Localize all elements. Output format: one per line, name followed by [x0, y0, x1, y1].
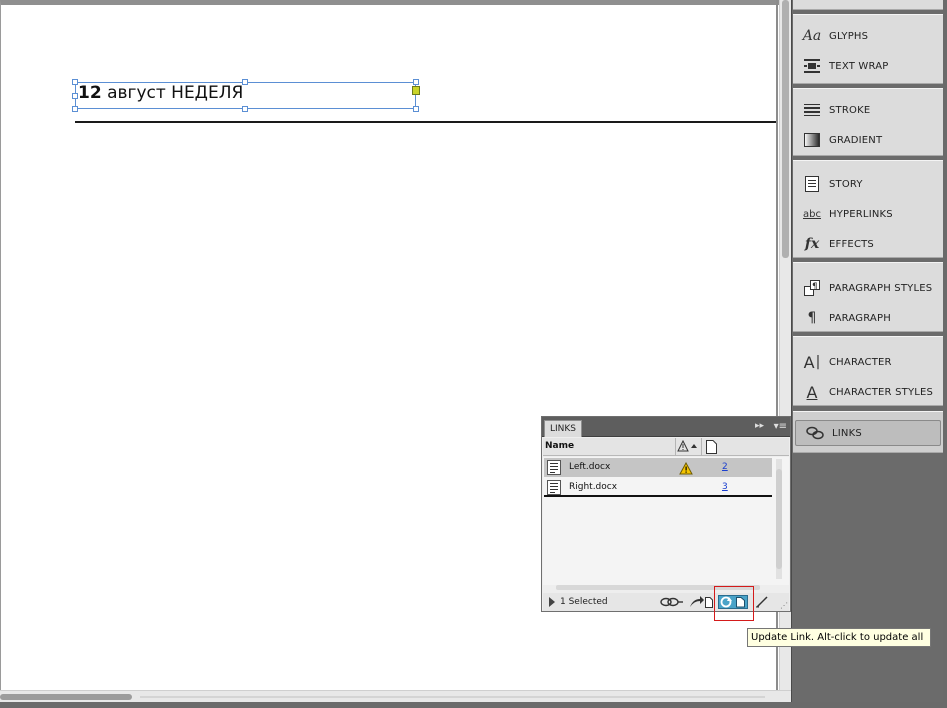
disclosure-triangle-icon[interactable] [549, 597, 555, 607]
warning-icon [679, 460, 693, 479]
frame-handle[interactable] [413, 106, 419, 112]
frame-handle[interactable] [72, 106, 78, 112]
vertical-scroll-thumb[interactable] [782, 0, 789, 258]
link-row[interactable]: Right.docx 3 [544, 478, 772, 497]
link-row[interactable]: Left.docx 2 [544, 458, 772, 477]
resize-grip-icon[interactable]: ⋰ [780, 601, 788, 610]
page-column-icon[interactable] [706, 439, 717, 458]
dock-item-gradient[interactable]: GRADIENT [793, 125, 943, 155]
dock-item-label: GRADIENT [829, 134, 883, 146]
dock-item-effects[interactable]: fx EFFECTS [793, 229, 943, 259]
dock-item-label: LINKS [832, 427, 862, 439]
frame-text-rest: август НЕДЕЛЯ [101, 83, 244, 103]
dock-item-label: STORY [829, 178, 863, 190]
paragraph-styles-icon: ¶ [799, 278, 825, 298]
panel-menu-icon[interactable]: ▾≡ [774, 421, 787, 432]
glyphs-icon: Aa [802, 28, 822, 44]
dock-group-links: LINKS [793, 411, 943, 453]
links-column-header: Name [543, 438, 789, 456]
link-page-number[interactable]: 2 [722, 462, 728, 472]
status-column-icon[interactable] [677, 439, 697, 455]
stroke-icon [799, 100, 825, 120]
text-frame[interactable]: 12 август НЕДЕЛЯ [72, 79, 420, 112]
dock-item-character[interactable]: A | CHARACTER [793, 347, 943, 377]
dock-item-hyperlinks[interactable]: abc HYPERLINKS [793, 199, 943, 229]
links-panel-titlebar[interactable]: LINKS ▸▸ ▾≡ [542, 417, 790, 437]
go-to-link-icon [690, 596, 713, 608]
hyperlinks-icon: abc [803, 208, 821, 220]
dock-item-story[interactable]: STORY [793, 169, 943, 199]
relink-icon [660, 597, 683, 607]
column-divider [701, 438, 702, 456]
frame-handle[interactable] [413, 79, 419, 85]
dock-item-label: TEXT WRAP [829, 60, 889, 72]
dock-item-label: HYPERLINKS [829, 208, 893, 220]
dock-item-character-styles[interactable]: A CHARACTER STYLES [793, 377, 943, 407]
edit-original-icon [756, 596, 768, 608]
dock-item-paragraph-styles[interactable]: ¶ PARAGRAPH STYLES [793, 273, 943, 303]
dock-group-character: A | CHARACTER A CHARACTER STYLES [793, 336, 943, 406]
gradient-icon [799, 130, 825, 150]
paragraph-icon: ¶ [807, 310, 817, 326]
frame-text: 12 август НЕДЕЛЯ [78, 83, 243, 103]
effects-icon: fx [804, 236, 820, 252]
edit-original-button[interactable] [753, 595, 771, 609]
tab-links[interactable]: LINKS [544, 420, 582, 437]
links-panel: LINKS ▸▸ ▾≡ Name Left.docx 2 Right.docx … [541, 416, 791, 612]
relink-button[interactable] [660, 595, 684, 609]
selection-status: 1 Selected [560, 597, 608, 607]
horizontal-scroll-thumb[interactable] [0, 694, 132, 700]
dock-item-label: PARAGRAPH [829, 312, 891, 324]
link-file-name: Left.docx [569, 462, 611, 472]
text-out-port[interactable] [412, 86, 420, 95]
links-scroll-thumb[interactable] [776, 469, 782, 569]
column-name[interactable]: Name [545, 441, 574, 451]
svg-text:¶: ¶ [812, 282, 818, 292]
dock-group-glyphs: Aa GLYPHS TEXT WRAP [793, 14, 943, 84]
character-icon: A | [803, 352, 821, 372]
panel-dock: Aa GLYPHS TEXT WRAP STROKE GRADIENT STOR… [791, 0, 943, 702]
text-file-icon [547, 460, 561, 475]
links-list: Left.docx 2 Right.docx 3 [543, 457, 789, 585]
tooltip: Update Link. Alt-click to update all [747, 628, 931, 647]
dock-item-label: STROKE [829, 104, 871, 116]
dock-item-label: CHARACTER [829, 356, 892, 368]
horizontal-scrollbar[interactable] [0, 690, 791, 702]
character-styles-icon: A [806, 382, 818, 402]
collapse-icon[interactable]: ▸▸ [755, 421, 764, 431]
links-vertical-scrollbar[interactable] [776, 459, 782, 579]
dock-item-label: EFFECTS [829, 238, 874, 250]
link-page-number[interactable]: 3 [722, 482, 728, 492]
dock-item-text-wrap[interactable]: TEXT WRAP [793, 51, 943, 81]
dock-item-label: GLYPHS [829, 30, 869, 42]
dock-item-stroke[interactable]: STROKE [793, 95, 943, 125]
link-file-name: Right.docx [569, 482, 618, 492]
dock-item-glyphs[interactable]: Aa GLYPHS [793, 21, 943, 51]
horizontal-rule [75, 121, 777, 123]
dock-group-top [793, 0, 943, 10]
column-divider [675, 438, 676, 456]
dock-item-links[interactable]: LINKS [795, 420, 941, 446]
horizontal-scroll-track [140, 696, 765, 698]
text-file-icon [547, 480, 561, 495]
dock-item-paragraph[interactable]: ¶ PARAGRAPH [793, 303, 943, 333]
dock-item-label: CHARACTER STYLES [829, 386, 934, 398]
update-button-highlight [714, 586, 754, 621]
links-icon [802, 423, 828, 443]
dock-group-paragraph: ¶ PARAGRAPH STYLES ¶ PARAGRAPH [793, 262, 943, 332]
dock-item-label: PARAGRAPH STYLES [829, 282, 933, 294]
frame-handle[interactable] [242, 106, 248, 112]
dock-group-story: STORY abc HYPERLINKS fx EFFECTS [793, 160, 943, 258]
dock-group-stroke: STROKE GRADIENT [793, 88, 943, 156]
text-wrap-icon [799, 56, 825, 76]
story-icon [799, 174, 825, 194]
go-to-link-button[interactable] [689, 595, 713, 609]
frame-text-number: 12 [78, 83, 102, 103]
